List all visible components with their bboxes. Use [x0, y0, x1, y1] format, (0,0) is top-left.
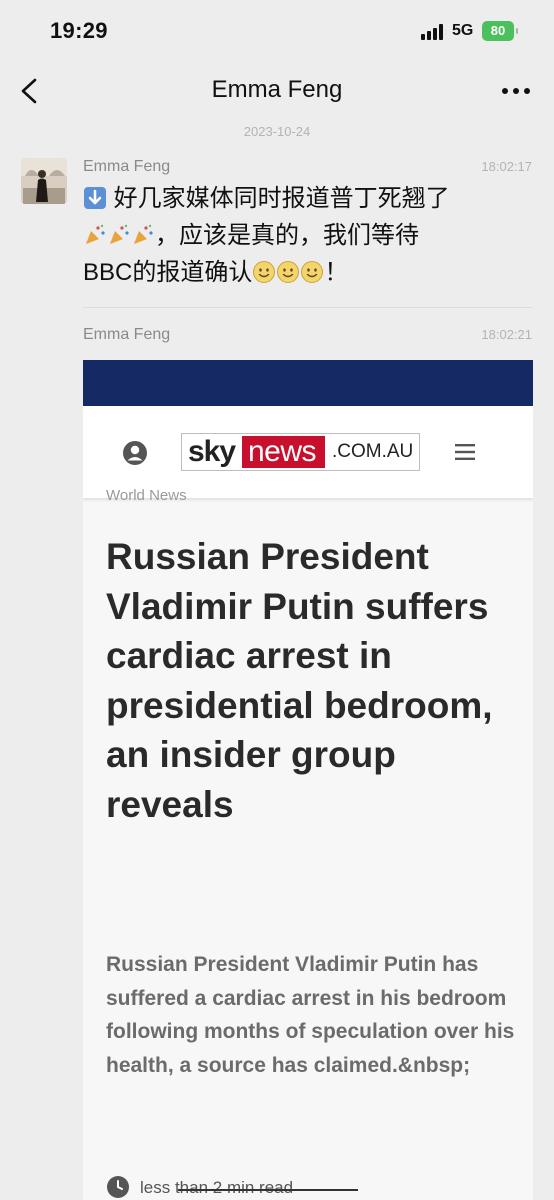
message-time: 18:02:17	[481, 159, 532, 174]
battery-level: 80	[490, 23, 506, 38]
hamburger-menu-icon	[455, 444, 475, 460]
party-popper-icon	[134, 224, 153, 244]
article-banner	[83, 360, 533, 406]
date-separator: 2023-10-24	[243, 124, 311, 139]
smiling-face-icon	[277, 261, 300, 283]
smiling-face-icon	[253, 261, 276, 283]
status-time: 19:29	[50, 18, 108, 43]
battery-icon: 80	[482, 21, 518, 41]
avatar[interactable]	[21, 158, 67, 204]
logo-news: news	[248, 435, 317, 468]
message-line-1: 好几家媒体同时报道普丁死翘了	[113, 185, 450, 212]
smiling-face-icon	[301, 261, 324, 283]
message-line-2: ，应该是真的，我们等待	[155, 222, 419, 249]
network-label: 5G	[452, 22, 474, 39]
clock-icon	[107, 1176, 129, 1198]
chat-title: Emma Feng	[211, 76, 343, 103]
more-dots-icon[interactable]	[495, 76, 537, 106]
chat-header: Emma Feng	[0, 62, 554, 120]
article-summary: Russian President Vladimir Putin has suf…	[106, 953, 515, 1077]
sky-news-logo: sky news .COM.AU	[181, 433, 420, 471]
party-popper-icon	[110, 224, 129, 244]
message-divider	[83, 307, 532, 308]
article-gap	[83, 406, 533, 416]
down-arrow-emoji-icon	[84, 187, 106, 209]
logo-domain: .COM.AU	[332, 441, 414, 462]
status-bar: 19:29 5G 80	[0, 0, 554, 62]
user-account-icon	[123, 441, 147, 465]
party-popper-icon	[86, 224, 105, 244]
article-image[interactable]: sky news .COM.AU World News Russian Pres…	[83, 360, 533, 1200]
logo-sky: sky	[188, 435, 236, 468]
logo-news-box: news	[242, 435, 325, 468]
read-time: less than 2 min read	[140, 1178, 294, 1197]
message-text[interactable]: 好几家媒体同时报道普丁死翘了 ，应该是真的，我们等待 BBC的报道确认 ！	[83, 180, 533, 291]
article-category: World News	[106, 487, 187, 504]
strike-mark	[178, 1189, 358, 1191]
message-line-3: BBC的报道确认	[83, 259, 253, 286]
message-sender: Emma Feng	[83, 326, 171, 343]
message-time: 18:02:21	[481, 327, 532, 342]
message-line-3-end: ！	[324, 259, 349, 286]
message-sender: Emma Feng	[83, 158, 171, 175]
signal-icon	[421, 24, 445, 40]
avatar-photo	[21, 158, 67, 204]
news-site-header: sky news .COM.AU	[83, 416, 533, 498]
article-headline: Russian President Vladimir Putin suffers…	[106, 536, 493, 825]
